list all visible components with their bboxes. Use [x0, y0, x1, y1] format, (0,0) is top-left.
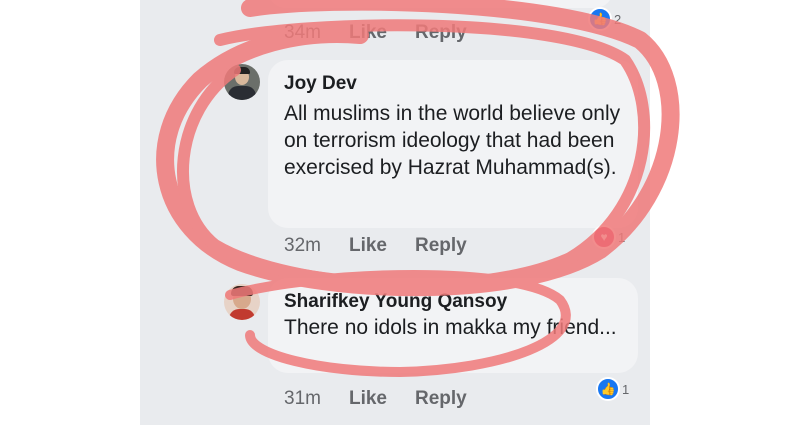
- comment-actions: 32m Like Reply: [284, 235, 467, 257]
- like-button[interactable]: Like: [349, 388, 387, 410]
- reply-button[interactable]: Reply: [415, 22, 467, 44]
- comment-thread: 34m Like Reply 👍 2 Joy Dev All muslims i…: [140, 0, 650, 425]
- reply-button[interactable]: Reply: [415, 235, 467, 257]
- comment-time[interactable]: 31m: [284, 388, 321, 410]
- avatar[interactable]: [224, 64, 260, 100]
- reaction-count: 2: [614, 11, 622, 27]
- reply-button[interactable]: Reply: [415, 388, 467, 410]
- like-icon: 👍: [596, 377, 620, 401]
- comment-bubble: Joy Dev All muslims in the world believe…: [268, 60, 638, 228]
- comment-text: All muslims in the world believe only on…: [284, 102, 621, 179]
- reaction-summary[interactable]: 👍 1: [596, 377, 630, 401]
- previous-comment-bubble: [268, 0, 613, 8]
- like-button[interactable]: Like: [349, 235, 387, 257]
- reaction-summary[interactable]: 👍 2: [588, 7, 622, 31]
- right-margin: [650, 0, 790, 425]
- love-icon: ♥: [592, 225, 616, 249]
- comment-text: There no idols in makka my friend...: [284, 316, 617, 339]
- reaction-count: 1: [622, 381, 630, 397]
- comment-author[interactable]: Sharifkey Young Qansoy: [284, 291, 507, 313]
- left-margin: [0, 0, 140, 425]
- comment-time[interactable]: 34m: [284, 22, 321, 44]
- comment-actions: 31m Like Reply: [284, 388, 467, 410]
- reaction-summary[interactable]: ♥ 1: [592, 225, 626, 249]
- reaction-count: 1: [618, 229, 626, 245]
- avatar[interactable]: [224, 284, 260, 320]
- like-icon: 👍: [588, 7, 612, 31]
- like-button[interactable]: Like: [349, 22, 387, 44]
- comment-time[interactable]: 32m: [284, 235, 321, 257]
- comment-bubble: Sharifkey Young Qansoy There no idols in…: [268, 278, 638, 373]
- comment-author[interactable]: Joy Dev: [284, 73, 357, 95]
- comment-actions: 34m Like Reply: [284, 22, 467, 44]
